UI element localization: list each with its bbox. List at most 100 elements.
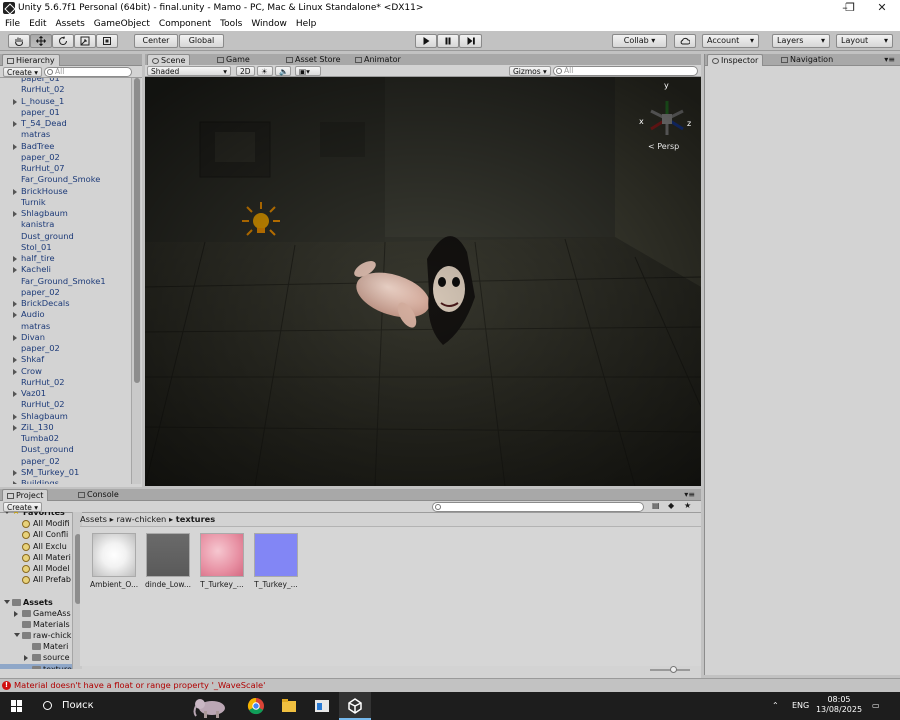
- hierarchy-item[interactable]: Vaz01: [0, 388, 131, 399]
- project-tree-item[interactable]: All Exclu: [0, 541, 72, 552]
- project-tree-item[interactable]: Assets: [0, 597, 72, 608]
- menu-edit[interactable]: Edit: [29, 19, 46, 29]
- panel-menu-icon[interactable]: ▾≡: [884, 54, 895, 66]
- collapse-arrow-icon[interactable]: [14, 633, 20, 638]
- hierarchy-item[interactable]: Kacheli: [0, 264, 131, 275]
- expand-arrow-icon[interactable]: [13, 188, 17, 195]
- hierarchy-item[interactable]: L_house_1: [0, 96, 131, 107]
- collab-button[interactable]: Collab ▾: [612, 34, 667, 48]
- gizmos-dropdown[interactable]: Gizmos ▾: [509, 66, 551, 76]
- hierarchy-item[interactable]: paper_01: [0, 107, 131, 118]
- tab-hierarchy[interactable]: Hierarchy: [2, 54, 60, 66]
- scrollbar-thumb[interactable]: [134, 78, 140, 383]
- rect-tool-button[interactable]: [96, 34, 118, 48]
- layers-dropdown[interactable]: Layers ▾: [772, 34, 830, 48]
- system-tray-chevron[interactable]: ⌃: [772, 692, 779, 720]
- hierarchy-scrollbar[interactable]: [131, 78, 141, 484]
- menu-window[interactable]: Window: [251, 19, 287, 29]
- panel-menu-icon[interactable]: ▾≡: [684, 489, 695, 501]
- tab-project[interactable]: Project: [2, 489, 49, 501]
- hierarchy-item[interactable]: T_54_Dead: [0, 118, 131, 129]
- menu-help[interactable]: Help: [296, 19, 317, 29]
- expand-arrow-icon[interactable]: [13, 211, 17, 217]
- hierarchy-item[interactable]: RurHut_02: [0, 84, 131, 95]
- tab-navigation[interactable]: Navigation: [777, 54, 837, 66]
- pivot-global-toggle[interactable]: Global: [179, 34, 224, 48]
- hierarchy-search-input[interactable]: All: [44, 67, 132, 77]
- taskbar-chrome[interactable]: [240, 692, 272, 720]
- scene-viewport[interactable]: y x z < Persp: [145, 77, 701, 486]
- project-tree-item[interactable]: GameAss: [0, 608, 72, 619]
- slider-handle[interactable]: [670, 666, 677, 673]
- menu-gameobject[interactable]: GameObject: [94, 19, 150, 29]
- breadcrumb-textures[interactable]: textures: [176, 514, 215, 524]
- perspective-toggle[interactable]: < Persp: [648, 142, 679, 151]
- expand-arrow-icon[interactable]: [13, 121, 17, 127]
- hierarchy-item[interactable]: Stol_01: [0, 242, 131, 253]
- expand-arrow-icon[interactable]: [24, 655, 28, 662]
- hierarchy-item[interactable]: ZiL_130: [0, 422, 131, 433]
- effects-dropdown[interactable]: ▣▾: [295, 66, 321, 76]
- hierarchy-item[interactable]: Shkaf: [0, 354, 131, 365]
- favorite-star-icon[interactable]: ★: [684, 501, 691, 510]
- expand-arrow-icon[interactable]: [13, 98, 17, 105]
- hierarchy-item[interactable]: BrickHouse: [0, 186, 131, 197]
- hand-tool-button[interactable]: [8, 34, 30, 48]
- project-search-input[interactable]: [432, 502, 644, 512]
- expand-arrow-icon[interactable]: [13, 481, 17, 484]
- collapse-arrow-icon[interactable]: [4, 512, 10, 514]
- audio-toggle[interactable]: 🔈: [275, 66, 291, 76]
- project-tree-item[interactable]: texture: [0, 663, 72, 669]
- taskbar-unity[interactable]: [339, 692, 371, 720]
- hierarchy-item[interactable]: kanistra: [0, 219, 131, 230]
- account-dropdown[interactable]: Account ▾: [702, 34, 759, 48]
- asset-item[interactable]: T_Turkey_...: [198, 533, 246, 597]
- taskbar-file-explorer[interactable]: [273, 692, 305, 720]
- expand-arrow-icon[interactable]: [13, 424, 17, 431]
- tab-inspector[interactable]: Inspector: [707, 54, 764, 66]
- filter-by-label-icon[interactable]: ◆: [668, 501, 674, 510]
- expand-arrow-icon[interactable]: [13, 334, 17, 341]
- expand-arrow-icon[interactable]: [13, 256, 17, 262]
- hierarchy-item[interactable]: Buildings: [0, 478, 131, 484]
- project-create-button[interactable]: Create ▾: [3, 502, 43, 512]
- project-tree-item[interactable]: All Modifi: [0, 518, 72, 529]
- collapse-arrow-icon[interactable]: [4, 599, 10, 604]
- 2d-toggle[interactable]: 2D: [236, 66, 255, 76]
- clock[interactable]: 08:05 13/08/2025: [814, 692, 864, 720]
- asset-item[interactable]: dinde_Low...: [144, 533, 192, 597]
- hierarchy-item[interactable]: Crow: [0, 366, 131, 377]
- menu-tools[interactable]: Tools: [220, 19, 242, 29]
- hierarchy-item[interactable]: Shlagbaum: [0, 208, 131, 219]
- gizmo-axis-x[interactable]: x: [639, 117, 644, 126]
- expand-arrow-icon[interactable]: [13, 301, 17, 307]
- expand-arrow-icon[interactable]: [13, 357, 17, 364]
- hierarchy-item[interactable]: paper_02: [0, 152, 131, 163]
- menu-assets[interactable]: Assets: [56, 19, 85, 29]
- asset-item[interactable]: T_Turkey_...: [252, 533, 300, 597]
- layout-dropdown[interactable]: Layout ▾: [836, 34, 893, 48]
- project-tree-item[interactable]: All Model: [0, 563, 72, 574]
- play-button[interactable]: [415, 34, 437, 48]
- gizmo-axis-y[interactable]: y: [664, 81, 669, 90]
- hierarchy-item[interactable]: paper_02: [0, 287, 131, 298]
- status-bar[interactable]: ! Material doesn't have a float or range…: [0, 678, 900, 692]
- lighting-toggle[interactable]: ☀: [257, 66, 273, 76]
- scene-search-input[interactable]: All: [553, 66, 698, 76]
- start-button[interactable]: [0, 692, 34, 720]
- hierarchy-item[interactable]: paper_02: [0, 343, 131, 354]
- hierarchy-item[interactable]: Tumba02: [0, 433, 131, 444]
- cloud-button[interactable]: [674, 34, 696, 48]
- breadcrumb-raw-chicken[interactable]: raw-chicken: [116, 514, 166, 524]
- scale-tool-button[interactable]: [74, 34, 96, 48]
- hierarchy-item[interactable]: SM_Turkey_01: [0, 467, 131, 478]
- filter-by-type-icon[interactable]: ▤: [652, 501, 660, 510]
- hierarchy-item[interactable]: BrickDecals: [0, 298, 131, 309]
- hierarchy-item[interactable]: half_tire: [0, 253, 131, 264]
- menu-file[interactable]: File: [5, 19, 20, 29]
- shading-mode-dropdown[interactable]: Shaded ▾: [147, 66, 231, 76]
- hierarchy-item[interactable]: RurHut_02: [0, 399, 131, 410]
- close-button[interactable]: ✕: [864, 0, 900, 16]
- pivot-center-toggle[interactable]: Center: [134, 34, 178, 48]
- menu-component[interactable]: Component: [159, 19, 211, 29]
